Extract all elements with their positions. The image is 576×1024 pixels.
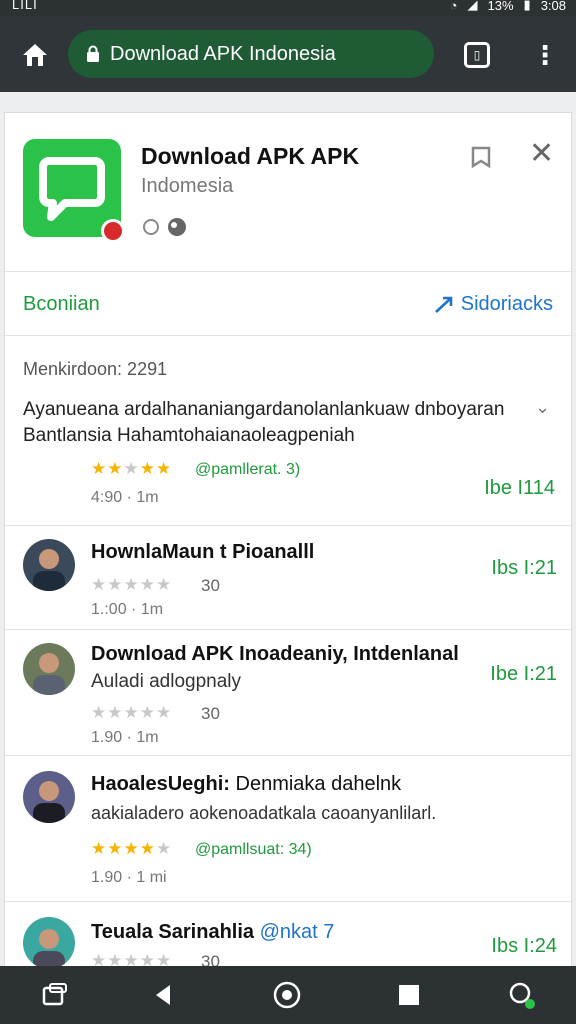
divider bbox=[5, 335, 571, 336]
back-icon[interactable] bbox=[148, 980, 178, 1010]
first-review-right: Ibe I114 bbox=[484, 477, 555, 499]
review-sub: aakialadero aokenoadatkala caoanyanlilar… bbox=[91, 803, 436, 824]
menu-icon[interactable]: ⋮ bbox=[532, 40, 558, 70]
url-text: Download APK Indonesia bbox=[110, 43, 336, 65]
app-icon[interactable] bbox=[23, 139, 125, 243]
review-name: Download APK Inoadeaniy, Intdenlanal bbox=[91, 643, 459, 665]
list-item[interactable]: Teuala Sarinahlia @nkat 7 ★★★★★ 30 Ibs I… bbox=[5, 901, 571, 971]
review-count: 30 bbox=[201, 576, 220, 595]
list-item[interactable]: HaoalesUeghi: Denmiaka dahelnk aakialade… bbox=[5, 755, 571, 901]
tabs-icon: ▯ bbox=[473, 48, 481, 62]
app-title: Download APK APK bbox=[141, 143, 360, 169]
review-stars: ★★★★★ bbox=[91, 703, 173, 722]
review-name-extra: @nkat 7 bbox=[259, 921, 335, 943]
avatar bbox=[23, 917, 75, 969]
review-score: Ibs I:24 bbox=[491, 935, 557, 957]
list-item[interactable]: HownlaMaun t Pioanalll ★★★★★ 30 1.:00 · … bbox=[5, 525, 571, 629]
review-name-extra: Denmiaka dahelnk bbox=[235, 773, 402, 795]
avatar bbox=[23, 771, 75, 823]
review-score: Ibs I:21 bbox=[491, 557, 557, 579]
globe-icon bbox=[168, 218, 186, 236]
review-sub: Auladi adlogpnaly bbox=[91, 671, 242, 692]
review-name: HaoalesUeghi: Denmiaka dahelnk bbox=[91, 773, 401, 796]
avatar bbox=[23, 643, 75, 695]
avatar bbox=[23, 539, 75, 591]
version-text: Menkirdoon: 2291 bbox=[23, 359, 168, 379]
overview-icon[interactable] bbox=[394, 980, 424, 1010]
app-card: Download APK APK Indomesia ✕ Bconiian Si… bbox=[4, 112, 572, 972]
close-icon[interactable]: ✕ bbox=[529, 139, 554, 169]
url-bar[interactable]: Download APK Indonesia bbox=[68, 30, 434, 78]
wifi-icon: ◔ bbox=[449, 0, 458, 13]
app-subtitle: Indomesia bbox=[141, 175, 234, 197]
divider bbox=[5, 271, 571, 272]
time-text: 3:08 bbox=[540, 0, 566, 13]
comment-outline-icon bbox=[143, 219, 159, 235]
lock-icon bbox=[87, 45, 99, 62]
first-review-tag: @pamllerat. 3) bbox=[195, 461, 301, 478]
app-meta-icons bbox=[141, 217, 187, 237]
review-score: Ibe I:21 bbox=[490, 663, 557, 685]
battery-text: 13% bbox=[487, 0, 514, 13]
description-text: Ayanueana ardalhananiangardanolanlankuaw… bbox=[23, 399, 505, 446]
signal-icon: ◢ bbox=[467, 0, 478, 12]
assistant-icon[interactable] bbox=[506, 980, 536, 1010]
review-name-main: Teuala Sarinahlia bbox=[91, 921, 255, 943]
review-meta: 1.:00 · 1m bbox=[91, 601, 164, 618]
flag-badge-icon bbox=[101, 219, 125, 243]
tabs-button[interactable]: ▯ bbox=[464, 42, 490, 68]
share-arrow-icon bbox=[434, 296, 453, 313]
review-tag: @pamllsuat: 34) bbox=[195, 841, 312, 858]
first-review-stars: ★★★★★ bbox=[91, 459, 173, 478]
list-item[interactable]: Download APK Inoadeaniy, Intdenlanal Aul… bbox=[5, 629, 571, 755]
review-name-main: HaoalesUeghi: bbox=[91, 773, 230, 795]
battery-icon: ▮ bbox=[523, 0, 531, 12]
review-meta: 1.90 · 1 mi bbox=[91, 869, 167, 886]
review-stars: ★★★★★ bbox=[91, 575, 173, 594]
recents-icon[interactable] bbox=[40, 980, 70, 1010]
home-button-icon[interactable] bbox=[272, 980, 302, 1010]
review-sub-main: aakialadero aokenoadatkala bbox=[91, 803, 317, 823]
chevron-down-icon[interactable]: ⌄ bbox=[535, 397, 550, 418]
section-left-tab[interactable]: Bconiian bbox=[23, 293, 100, 316]
review-name: Teuala Sarinahlia @nkat 7 bbox=[91, 921, 334, 944]
browser-toolbar: Download APK Indonesia ▯ ⋮ bbox=[0, 16, 576, 92]
home-icon[interactable] bbox=[20, 40, 50, 70]
review-count: 30 bbox=[201, 704, 220, 723]
review-meta: 1.90 · 1m bbox=[91, 729, 159, 746]
section-right-link[interactable]: Sidoriacks bbox=[433, 293, 553, 316]
review-stars: ★★★★★ bbox=[91, 839, 173, 858]
review-sub-extra: caoanyanlilarl. bbox=[321, 803, 437, 823]
bookmark-icon[interactable] bbox=[469, 145, 493, 169]
status-bar: LILI ◔ ◢ 13% ▮ 3:08 bbox=[0, 0, 576, 16]
first-review-meta: 4:90 · 1m bbox=[91, 489, 159, 506]
section-right-label: Sidoriacks bbox=[460, 293, 553, 315]
system-nav-bar bbox=[0, 966, 576, 1024]
review-name: HownlaMaun t Pioanalll bbox=[91, 541, 315, 563]
status-left: LILI bbox=[12, 0, 38, 12]
